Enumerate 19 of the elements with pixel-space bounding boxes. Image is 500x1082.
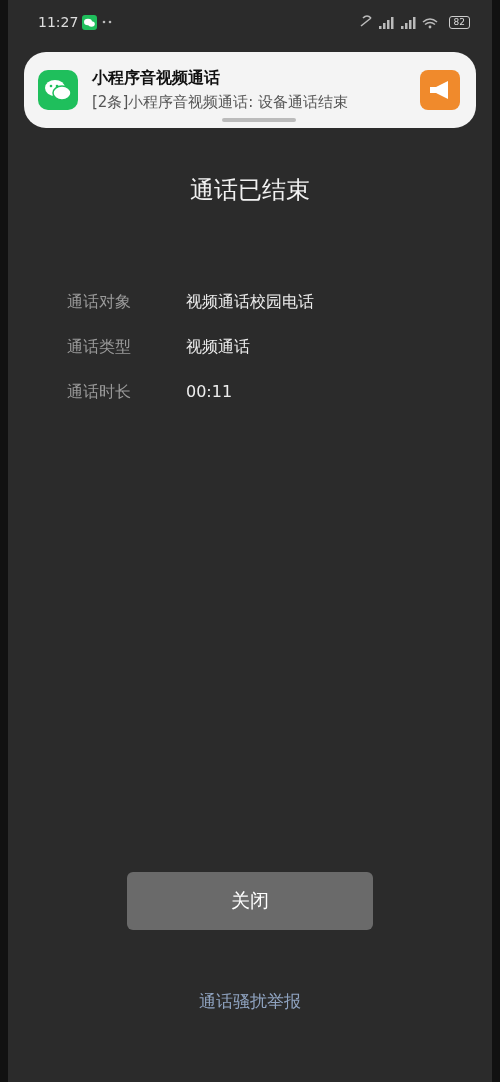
signal-icon xyxy=(358,14,439,30)
drag-handle[interactable] xyxy=(222,118,296,122)
close-button[interactable]: 关闭 xyxy=(127,872,373,930)
status-time: 11:27 xyxy=(38,14,79,30)
report-link[interactable]: 通话骚扰举报 xyxy=(199,990,301,1013)
notification-message: [2条]小程序音视频通话: 设备通话结束 xyxy=(92,93,350,112)
chat-app-icon xyxy=(38,70,78,110)
battery-indicator: 82 xyxy=(448,15,470,29)
detail-label: 通话类型 xyxy=(67,337,132,358)
notification-title: 小程序音视频通话 xyxy=(92,68,221,89)
page-title: 通话已结束 xyxy=(189,175,311,206)
detail-value: 00:11 xyxy=(186,382,233,403)
detail-label: 通话对象 xyxy=(67,292,132,313)
detail-value: 视频通话 xyxy=(186,337,250,358)
detail-value: 视频通话校园电话 xyxy=(186,292,314,313)
chat-app-icon xyxy=(82,14,98,30)
notification-banner[interactable]: 小程序音视频通话 [2条]小程序音视频通话: 设备通话结束 xyxy=(24,52,476,128)
megaphone-icon xyxy=(420,70,460,110)
detail-label: 通话时长 xyxy=(67,382,132,403)
